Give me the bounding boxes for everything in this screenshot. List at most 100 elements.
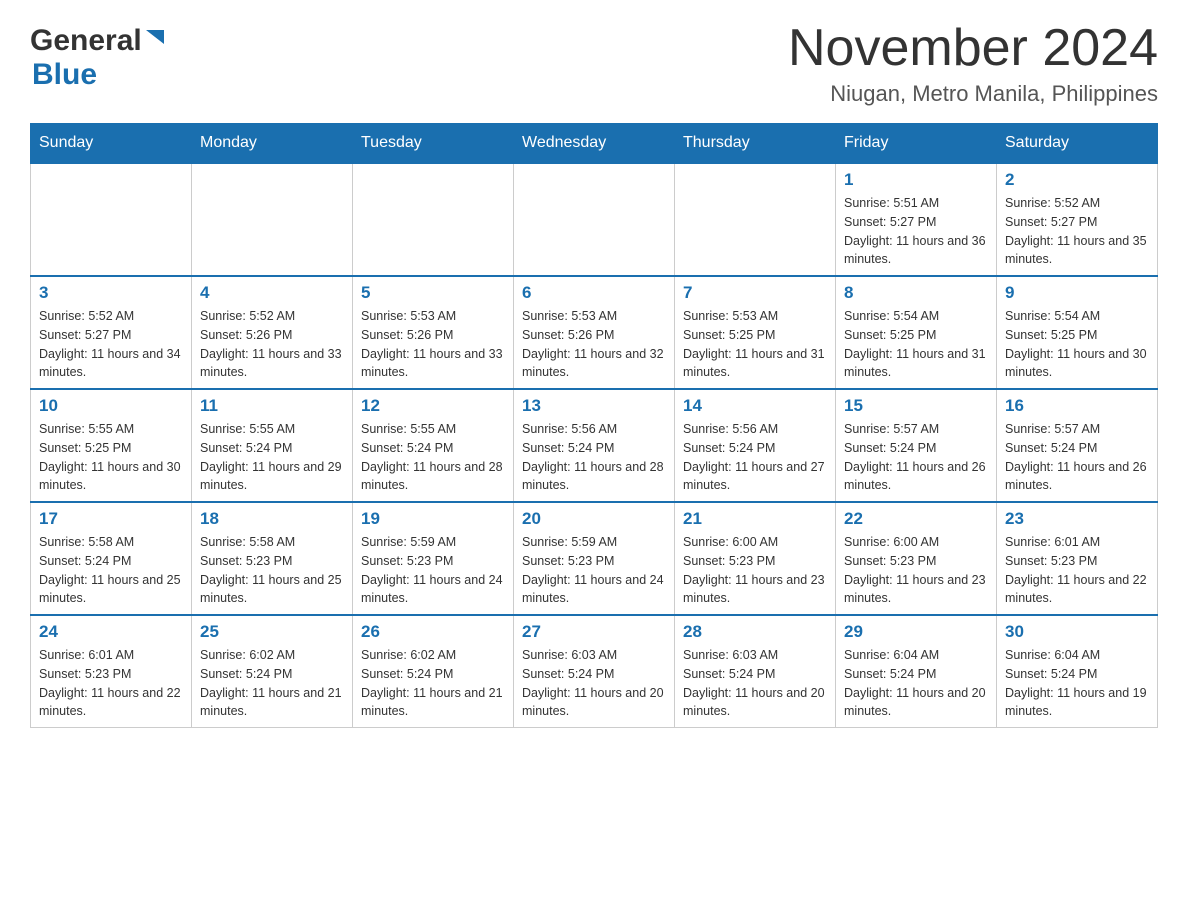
- day-number: 16: [1005, 396, 1149, 416]
- calendar-cell: 21 Sunrise: 6:00 AM Sunset: 5:23 PM Dayli…: [675, 502, 836, 615]
- day-number: 12: [361, 396, 505, 416]
- day-info: Sunrise: 6:04 AM Sunset: 5:24 PM Dayligh…: [1005, 646, 1149, 721]
- day-info: Sunrise: 5:56 AM Sunset: 5:24 PM Dayligh…: [522, 420, 666, 495]
- calendar-cell: 6 Sunrise: 5:53 AM Sunset: 5:26 PM Daylig…: [514, 276, 675, 389]
- calendar-cell: 30 Sunrise: 6:04 AM Sunset: 5:24 PM Dayli…: [997, 615, 1158, 728]
- day-info: Sunrise: 6:02 AM Sunset: 5:24 PM Dayligh…: [361, 646, 505, 721]
- page-header: General Blue November 2024 Niugan, Metro…: [30, 20, 1158, 107]
- day-number: 27: [522, 622, 666, 642]
- header-saturday: Saturday: [997, 124, 1158, 164]
- logo-general-text: General: [30, 24, 142, 58]
- calendar-cell: [514, 163, 675, 276]
- header-sunday: Sunday: [31, 124, 192, 164]
- day-number: 24: [39, 622, 183, 642]
- day-number: 22: [844, 509, 988, 529]
- day-info: Sunrise: 5:58 AM Sunset: 5:24 PM Dayligh…: [39, 533, 183, 608]
- logo-row1: General: [30, 24, 166, 58]
- day-info: Sunrise: 5:54 AM Sunset: 5:25 PM Dayligh…: [844, 307, 988, 382]
- week-row-4: 17 Sunrise: 5:58 AM Sunset: 5:24 PM Dayli…: [31, 502, 1158, 615]
- calendar-cell: 25 Sunrise: 6:02 AM Sunset: 5:24 PM Dayli…: [192, 615, 353, 728]
- day-number: 3: [39, 283, 183, 303]
- day-info: Sunrise: 5:53 AM Sunset: 5:25 PM Dayligh…: [683, 307, 827, 382]
- day-info: Sunrise: 6:00 AM Sunset: 5:23 PM Dayligh…: [683, 533, 827, 608]
- calendar-table: Sunday Monday Tuesday Wednesday Thursday…: [30, 123, 1158, 728]
- day-info: Sunrise: 6:03 AM Sunset: 5:24 PM Dayligh…: [683, 646, 827, 721]
- logo-arrow-icon: [144, 28, 166, 50]
- calendar-cell: 14 Sunrise: 5:56 AM Sunset: 5:24 PM Dayli…: [675, 389, 836, 502]
- day-info: Sunrise: 5:58 AM Sunset: 5:23 PM Dayligh…: [200, 533, 344, 608]
- day-number: 30: [1005, 622, 1149, 642]
- day-number: 10: [39, 396, 183, 416]
- day-number: 21: [683, 509, 827, 529]
- day-info: Sunrise: 5:55 AM Sunset: 5:24 PM Dayligh…: [200, 420, 344, 495]
- header-friday: Friday: [836, 124, 997, 164]
- day-info: Sunrise: 5:54 AM Sunset: 5:25 PM Dayligh…: [1005, 307, 1149, 382]
- calendar-cell: 4 Sunrise: 5:52 AM Sunset: 5:26 PM Daylig…: [192, 276, 353, 389]
- day-info: Sunrise: 5:55 AM Sunset: 5:25 PM Dayligh…: [39, 420, 183, 495]
- day-number: 17: [39, 509, 183, 529]
- week-row-3: 10 Sunrise: 5:55 AM Sunset: 5:25 PM Dayli…: [31, 389, 1158, 502]
- calendar-cell: 12 Sunrise: 5:55 AM Sunset: 5:24 PM Dayli…: [353, 389, 514, 502]
- day-info: Sunrise: 6:03 AM Sunset: 5:24 PM Dayligh…: [522, 646, 666, 721]
- day-number: 6: [522, 283, 666, 303]
- calendar-cell: 9Sunrise: 5:54 AM Sunset: 5:25 PM Daylig…: [997, 276, 1158, 389]
- day-info: Sunrise: 5:53 AM Sunset: 5:26 PM Dayligh…: [522, 307, 666, 382]
- day-number: 28: [683, 622, 827, 642]
- calendar-cell: 2Sunrise: 5:52 AM Sunset: 5:27 PM Daylig…: [997, 163, 1158, 276]
- day-info: Sunrise: 5:51 AM Sunset: 5:27 PM Dayligh…: [844, 194, 988, 269]
- calendar-cell: 24Sunrise: 6:01 AM Sunset: 5:23 PM Dayli…: [31, 615, 192, 728]
- title-area: November 2024 Niugan, Metro Manila, Phil…: [788, 20, 1158, 107]
- calendar-cell: 19 Sunrise: 5:59 AM Sunset: 5:23 PM Dayli…: [353, 502, 514, 615]
- calendar-cell: 20 Sunrise: 5:59 AM Sunset: 5:23 PM Dayli…: [514, 502, 675, 615]
- day-info: Sunrise: 5:59 AM Sunset: 5:23 PM Dayligh…: [522, 533, 666, 608]
- month-title: November 2024: [788, 20, 1158, 77]
- day-number: 1: [844, 170, 988, 190]
- day-number: 20: [522, 509, 666, 529]
- header-thursday: Thursday: [675, 124, 836, 164]
- calendar-cell: [353, 163, 514, 276]
- calendar-header-row: Sunday Monday Tuesday Wednesday Thursday…: [31, 124, 1158, 164]
- day-number: 4: [200, 283, 344, 303]
- day-number: 18: [200, 509, 344, 529]
- calendar-cell: [675, 163, 836, 276]
- calendar-cell: [192, 163, 353, 276]
- location-title: Niugan, Metro Manila, Philippines: [788, 81, 1158, 107]
- calendar-cell: 5 Sunrise: 5:53 AM Sunset: 5:26 PM Daylig…: [353, 276, 514, 389]
- day-info: Sunrise: 5:55 AM Sunset: 5:24 PM Dayligh…: [361, 420, 505, 495]
- calendar-cell: 28 Sunrise: 6:03 AM Sunset: 5:24 PM Dayli…: [675, 615, 836, 728]
- logo: General Blue: [30, 20, 166, 92]
- logo-blue-text: Blue: [32, 58, 97, 92]
- week-row-1: 1 Sunrise: 5:51 AM Sunset: 5:27 PM Daylig…: [31, 163, 1158, 276]
- day-info: Sunrise: 5:52 AM Sunset: 5:27 PM Dayligh…: [1005, 194, 1149, 269]
- calendar-cell: 1 Sunrise: 5:51 AM Sunset: 5:27 PM Daylig…: [836, 163, 997, 276]
- day-info: Sunrise: 6:04 AM Sunset: 5:24 PM Dayligh…: [844, 646, 988, 721]
- day-info: Sunrise: 6:00 AM Sunset: 5:23 PM Dayligh…: [844, 533, 988, 608]
- day-number: 23: [1005, 509, 1149, 529]
- day-number: 26: [361, 622, 505, 642]
- day-info: Sunrise: 5:57 AM Sunset: 5:24 PM Dayligh…: [1005, 420, 1149, 495]
- calendar-cell: [31, 163, 192, 276]
- day-number: 13: [522, 396, 666, 416]
- day-number: 5: [361, 283, 505, 303]
- day-info: Sunrise: 6:02 AM Sunset: 5:24 PM Dayligh…: [200, 646, 344, 721]
- day-info: Sunrise: 5:56 AM Sunset: 5:24 PM Dayligh…: [683, 420, 827, 495]
- day-info: Sunrise: 5:59 AM Sunset: 5:23 PM Dayligh…: [361, 533, 505, 608]
- calendar-cell: 29 Sunrise: 6:04 AM Sunset: 5:24 PM Dayli…: [836, 615, 997, 728]
- calendar-cell: 18 Sunrise: 5:58 AM Sunset: 5:23 PM Dayli…: [192, 502, 353, 615]
- day-number: 29: [844, 622, 988, 642]
- calendar-cell: 22 Sunrise: 6:00 AM Sunset: 5:23 PM Dayli…: [836, 502, 997, 615]
- calendar-cell: 10 Sunrise: 5:55 AM Sunset: 5:25 PM Dayli…: [31, 389, 192, 502]
- week-row-2: 3Sunrise: 5:52 AM Sunset: 5:27 PM Daylig…: [31, 276, 1158, 389]
- day-info: Sunrise: 5:52 AM Sunset: 5:26 PM Dayligh…: [200, 307, 344, 382]
- calendar-cell: 23Sunrise: 6:01 AM Sunset: 5:23 PM Dayli…: [997, 502, 1158, 615]
- day-info: Sunrise: 5:53 AM Sunset: 5:26 PM Dayligh…: [361, 307, 505, 382]
- calendar-cell: 3Sunrise: 5:52 AM Sunset: 5:27 PM Daylig…: [31, 276, 192, 389]
- day-number: 11: [200, 396, 344, 416]
- day-number: 14: [683, 396, 827, 416]
- day-number: 8: [844, 283, 988, 303]
- day-number: 19: [361, 509, 505, 529]
- header-wednesday: Wednesday: [514, 124, 675, 164]
- day-number: 25: [200, 622, 344, 642]
- week-row-5: 24Sunrise: 6:01 AM Sunset: 5:23 PM Dayli…: [31, 615, 1158, 728]
- calendar-cell: 13 Sunrise: 5:56 AM Sunset: 5:24 PM Dayli…: [514, 389, 675, 502]
